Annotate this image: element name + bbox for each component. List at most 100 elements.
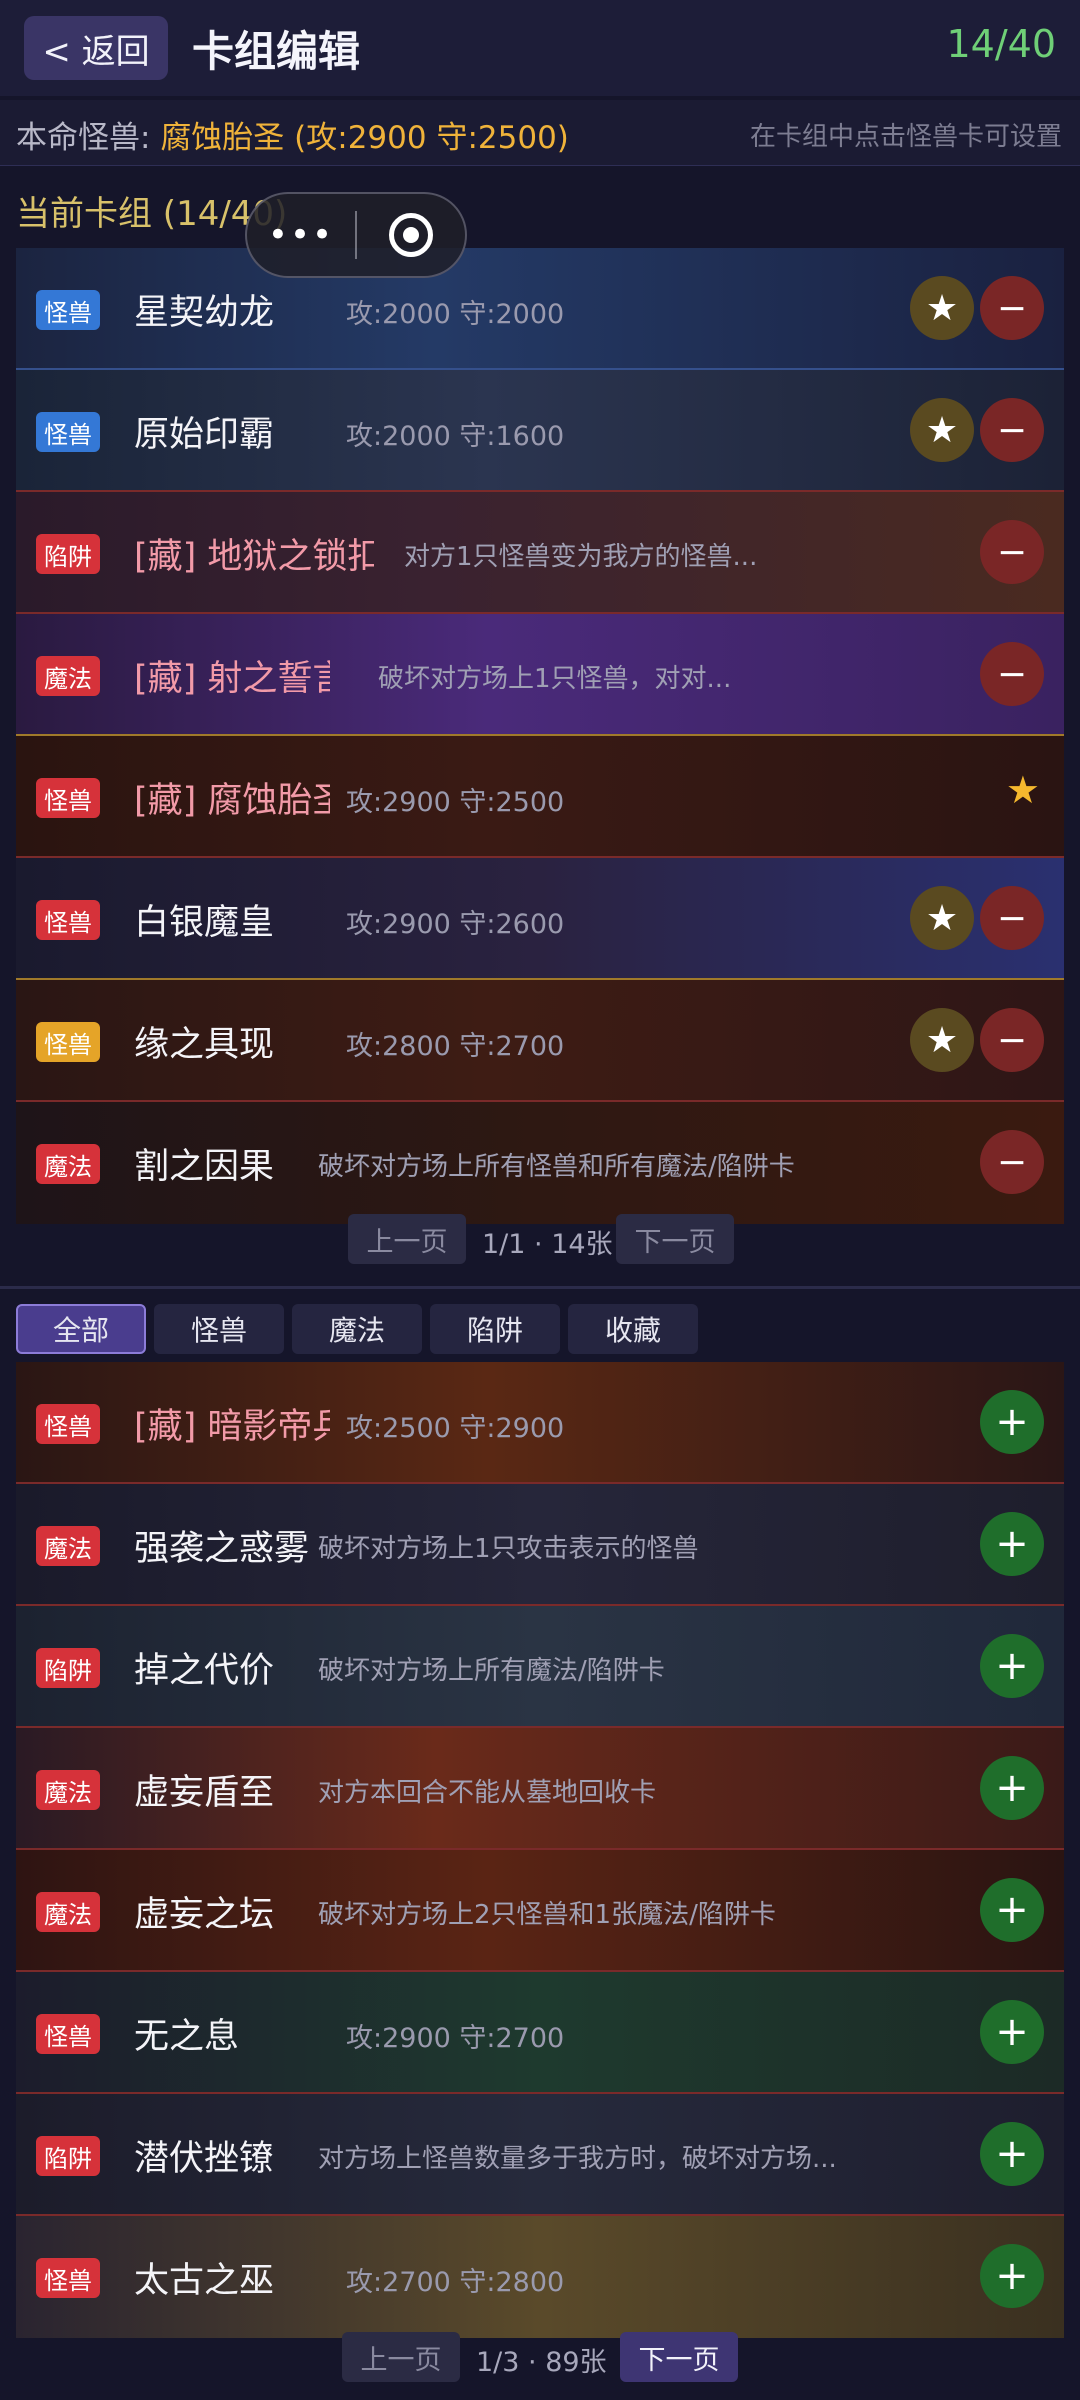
card-name: [藏] 暗影帝兵 [134,1407,330,1447]
card-name: 强袭之惑雾 [134,1529,310,1569]
deck-page-info: 1/1 · 14张 [482,1229,613,1260]
card-stats: 攻:2000 守:2000 [346,299,565,330]
card-stats: 攻:2500 守:2900 [346,1413,565,1444]
main-monster-hint: 在卡组中点击怪兽卡可设置 [749,122,1062,152]
close-miniprogram-icon[interactable] [357,213,465,257]
pool-pager: 上一页 1/3 · 89张 下一页 [0,2332,1080,2384]
card-description: 破坏对方场上所有魔法/陷阱卡 [318,1656,665,1686]
deck-next-page-button[interactable]: 下一页 [616,1214,734,1264]
deck-card-row[interactable]: 陷阱 [藏] 地狱之锁扣 对方1只怪兽变为我方的怪兽... − [16,492,1064,614]
card-description: 破坏对方场上1只怪兽，对对... [378,664,732,694]
card-description: 破坏对方场上1只攻击表示的怪兽 [318,1534,699,1564]
remove-card-minus-icon[interactable]: − [980,520,1044,584]
pool-page-info: 1/3 · 89张 [476,2347,607,2378]
card-description: 对方1只怪兽变为我方的怪兽... [404,542,758,572]
set-main-monster-star-icon[interactable]: ★ [910,1008,974,1072]
card-stats: 攻:2700 守:2800 [346,2267,565,2298]
tab-magic[interactable]: 魔法 [292,1304,422,1354]
card-type-badge: 怪兽 [36,1022,100,1062]
add-card-plus-icon[interactable]: + [980,1390,1044,1454]
pool-card-row[interactable]: 魔法 虚妄之坛 破坏对方场上2只怪兽和1张魔法/陷阱卡 + [16,1850,1064,1972]
card-name: 原始印霸 [134,415,275,455]
card-name: 虚妄盾至 [134,1773,275,1813]
card-name: 太古之巫 [134,2261,275,2301]
miniprogram-capsule: ••• [245,192,467,278]
pool-card-row[interactable]: 魔法 虚妄盾至 对方本回合不能从墓地回收卡 + [16,1728,1064,1850]
card-type-badge: 魔法 [36,1526,100,1566]
card-name: [藏] 腐蚀胎圣 [134,781,330,821]
deck-count: 14/40 [946,22,1056,66]
tab-monster[interactable]: 怪兽 [154,1304,284,1354]
card-type-badge: 陷阱 [36,2136,100,2176]
deck-prev-page-button[interactable]: 上一页 [348,1214,466,1264]
set-main-monster-star-icon[interactable]: ★ [910,886,974,950]
more-icon[interactable]: ••• [247,215,355,255]
card-type-badge: 怪兽 [36,290,100,330]
pool-card-row[interactable]: 魔法 强袭之惑雾 破坏对方场上1只攻击表示的怪兽 + [16,1484,1064,1606]
remove-card-minus-icon[interactable]: − [980,398,1044,462]
pool-next-page-button[interactable]: 下一页 [620,2332,738,2382]
card-type-badge: 魔法 [36,656,100,696]
add-card-plus-icon[interactable]: + [980,1878,1044,1942]
deck-card-row[interactable]: 魔法 [藏] 射之誓言 破坏对方场上1只怪兽，对对... − [16,614,1064,736]
pool-card-row[interactable]: 怪兽 [藏] 暗影帝兵 攻:2500 守:2900 + [16,1362,1064,1484]
pool-card-row[interactable]: 陷阱 掉之代价 破坏对方场上所有魔法/陷阱卡 + [16,1606,1064,1728]
deck-card-list: 怪兽 星契幼龙 攻:2000 守:2000 ★ − 怪兽 原始印霸 攻:2000… [16,248,1064,1224]
remove-card-minus-icon[interactable]: − [980,1008,1044,1072]
card-stats: 攻:2000 守:1600 [346,421,565,452]
pool-card-row[interactable]: 怪兽 太古之巫 攻:2700 守:2800 + [16,2216,1064,2338]
card-type-badge: 魔法 [36,1144,100,1184]
deck-card-row[interactable]: 怪兽 白银魔皇 攻:2900 守:2600 ★ − [16,858,1064,980]
add-card-plus-icon[interactable]: + [980,1634,1044,1698]
main-monster-bar: 本命怪兽: 腐蚀胎圣 (攻:2900 守:2500) 在卡组中点击怪兽卡可设置 [0,100,1080,166]
set-main-monster-star-icon[interactable]: ★ [910,276,974,340]
card-type-badge: 怪兽 [36,2258,100,2298]
remove-card-minus-icon[interactable]: − [980,1130,1044,1194]
deck-card-row[interactable]: 怪兽 [藏] 腐蚀胎圣 攻:2900 守:2500 ★ [16,736,1064,858]
card-type-badge: 怪兽 [36,1404,100,1444]
card-type-badge: 怪兽 [36,778,100,818]
set-main-monster-star-icon[interactable]: ★ [910,398,974,462]
deck-card-row[interactable]: 怪兽 星契幼龙 攻:2000 守:2000 ★ − [16,248,1064,370]
deck-pager: 上一页 1/1 · 14张 下一页 [0,1214,1080,1266]
card-type-badge: 魔法 [36,1892,100,1932]
pool-card-row[interactable]: 陷阱 潜伏挫镣 对方场上怪兽数量多于我方时，破坏对方场... + [16,2094,1064,2216]
header-bar: < 返回 卡组编辑 14/40 [0,0,1080,96]
pool-prev-page-button[interactable]: 上一页 [342,2332,460,2382]
page-title: 卡组编辑 [192,27,361,76]
card-name: [藏] 射之誓言 [134,659,330,699]
card-type-badge: 怪兽 [36,900,100,940]
add-card-plus-icon[interactable]: + [980,1756,1044,1820]
remove-card-minus-icon[interactable]: − [980,276,1044,340]
card-name: [藏] 地狱之锁扣 [134,537,374,577]
card-description: 对方场上怪兽数量多于我方时，破坏对方场... [318,2144,837,2174]
tab-trap[interactable]: 陷阱 [430,1304,560,1354]
remove-card-minus-icon[interactable]: − [980,886,1044,950]
main-monster-value: 腐蚀胎圣 (攻:2900 守:2500) [160,120,569,156]
add-card-plus-icon[interactable]: + [980,2244,1044,2308]
pool-card-row[interactable]: 怪兽 无之息 攻:2900 守:2700 + [16,1972,1064,2094]
deck-card-row[interactable]: 怪兽 缘之具现 攻:2800 守:2700 ★ − [16,980,1064,1102]
card-type-badge: 魔法 [36,1770,100,1810]
card-name: 虚妄之坛 [134,1895,275,1935]
deck-card-row[interactable]: 怪兽 原始印霸 攻:2000 守:1600 ★ − [16,370,1064,492]
section-divider [0,1286,1080,1289]
card-type-badge: 陷阱 [36,534,100,574]
card-description: 破坏对方场上2只怪兽和1张魔法/陷阱卡 [318,1900,776,1930]
back-button[interactable]: < 返回 [24,16,168,80]
tab-favorite[interactable]: 收藏 [568,1304,698,1354]
card-type-badge: 陷阱 [36,1648,100,1688]
card-stats: 攻:2900 守:2600 [346,909,565,940]
tab-all[interactable]: 全部 [16,1304,146,1354]
card-stats: 攻:2800 守:2700 [346,1031,565,1062]
card-stats: 攻:2900 守:2700 [346,2023,565,2054]
card-name: 星契幼龙 [134,293,275,333]
card-name: 掉之代价 [134,1651,275,1691]
card-type-badge: 怪兽 [36,412,100,452]
add-card-plus-icon[interactable]: + [980,2000,1044,2064]
remove-card-minus-icon[interactable]: − [980,642,1044,706]
pool-card-list: 怪兽 [藏] 暗影帝兵 攻:2500 守:2900 + 魔法 强袭之惑雾 破坏对… [16,1362,1064,2338]
add-card-plus-icon[interactable]: + [980,1512,1044,1576]
deck-card-row[interactable]: 魔法 割之因果 破坏对方场上所有怪兽和所有魔法/陷阱卡 − [16,1102,1064,1224]
add-card-plus-icon[interactable]: + [980,2122,1044,2186]
